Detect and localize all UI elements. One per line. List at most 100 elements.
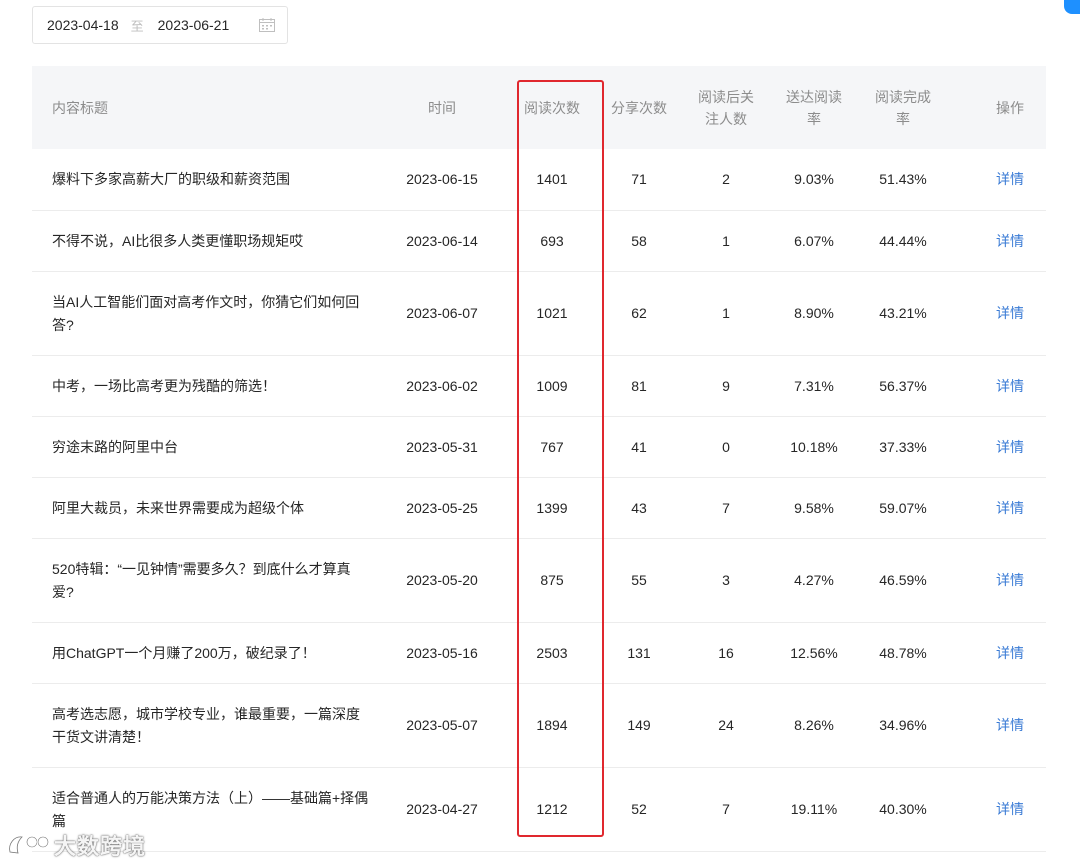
cell-title: 高考选志愿，城市学校专业，谁最重要，一篇深度干货文讲清楚！	[52, 705, 360, 745]
details-link[interactable]: 详情	[980, 149, 1040, 210]
header-time: 时间	[428, 99, 456, 116]
table-header: 内容标题 时间 阅读次数 分享次数 阅读后关注人数 送达阅读率 阅读完成率 操作	[32, 66, 1046, 149]
header-follows-line2: 注人数	[705, 110, 747, 127]
date-separator: 至	[130, 18, 144, 34]
cell-date: 2023-06-02	[406, 377, 478, 394]
cell-date: 2023-06-14	[406, 232, 478, 249]
cell-title: 520特辑：“一见钟情”需要多久？到底什么才算真爱?	[52, 560, 351, 600]
date-range-picker[interactable]: 2023-04-18 至 2023-06-21	[32, 6, 288, 44]
cell-follows: 1	[722, 232, 730, 249]
cell-follows: 24	[718, 717, 734, 733]
cell-reads: 1021	[536, 305, 568, 321]
cell-follows: 9	[722, 377, 730, 394]
table-body: 爆料下多家高薪大厂的职级和薪资范围 2023-06-15 1401 71 2 9.03% 5…	[32, 149, 1046, 852]
details-link[interactable]: 详情	[980, 623, 1040, 683]
cell-shares: 55	[631, 572, 647, 588]
cell-date: 2023-06-07	[406, 305, 478, 321]
table-row: 不得不说，AI比很多人类更懂职场规矩哎 2023-06-14 693 58 1 6.07%…	[32, 211, 1046, 272]
cell-delivery-rate: 7.31%	[794, 377, 834, 394]
cell-title: 爆料下多家高薪大厂的职级和薪资范围	[52, 171, 290, 187]
cell-shares: 149	[627, 717, 651, 733]
cell-delivery-rate: 12.56%	[790, 644, 838, 661]
watermark: 大数跨境	[6, 828, 146, 862]
header-delivery: 送达阅读率	[774, 66, 854, 149]
cell-completion-rate: 48.78%	[879, 644, 927, 661]
cell-follows: 2	[722, 171, 730, 187]
header-action: 操作	[996, 99, 1024, 116]
cell-completion-rate: 44.44%	[879, 232, 927, 249]
cell-reads: 1009	[536, 377, 568, 394]
cell-shares: 52	[631, 801, 647, 817]
details-link[interactable]: 详情	[980, 684, 1040, 767]
table-row: 爆料下多家高薪大厂的职级和薪资范围 2023-06-15 1401 71 2 9.03% 5…	[32, 149, 1046, 211]
cell-shares: 81	[631, 377, 647, 394]
cell-reads: 875	[540, 572, 564, 588]
brand-logo-icon	[9, 835, 50, 854]
table-row: 用ChatGPT一个月赚了200万，破纪录了！ 2023-05-16 2503 131…	[32, 623, 1046, 684]
header-follows-line1: 阅读后关	[698, 88, 754, 105]
cell-completion-rate: 34.96%	[879, 717, 927, 733]
table-row: 高考选志愿，城市学校专业，谁最重要，一篇深度干货文讲清楚！ 2023-05-07 1…	[32, 684, 1046, 768]
cell-shares: 131	[627, 644, 651, 661]
table-row: 阿里大裁员，未来世界需要成为超级个体 2023-05-25 1399 43 7 9.58%…	[32, 478, 1046, 539]
cell-title: 穷途末路的阿里中台	[52, 438, 178, 455]
cell-date: 2023-05-07	[406, 717, 478, 733]
cell-title: 不得不说，AI比很多人类更懂职场规矩哎	[52, 232, 304, 249]
details-link[interactable]: 详情	[980, 478, 1040, 538]
details-link[interactable]: 详情	[980, 272, 1040, 355]
cell-date: 2023-05-25	[406, 499, 478, 516]
cell-completion-rate: 59.07%	[879, 499, 927, 516]
cell-completion-rate: 46.59%	[879, 572, 927, 588]
cell-delivery-rate: 19.11%	[790, 801, 838, 817]
cell-completion-rate: 37.33%	[879, 438, 927, 455]
table-row: 当AI人工智能们面对高考作文时，你猜它们如何回答? 2023-06-07 1021 6…	[32, 272, 1046, 356]
header-delivery-line2: 率	[807, 110, 821, 127]
header-reads: 阅读次数	[524, 99, 580, 116]
cell-completion-rate: 51.43%	[879, 171, 927, 187]
details-link[interactable]: 详情	[980, 768, 1040, 851]
header-title: 内容标题	[52, 99, 108, 116]
header-delivery-line1: 送达阅读	[786, 88, 842, 105]
header-completion: 阅读完成率	[863, 66, 943, 149]
details-link[interactable]: 详情	[980, 539, 1040, 622]
cell-date: 2023-05-16	[406, 644, 478, 661]
cell-title: 阿里大裁员，未来世界需要成为超级个体	[52, 499, 304, 516]
cell-delivery-rate: 9.58%	[794, 499, 834, 516]
cell-reads: 767	[540, 438, 564, 455]
cell-date: 2023-05-31	[406, 438, 478, 455]
cell-reads: 1894	[536, 717, 568, 733]
header-shares: 分享次数	[611, 99, 667, 116]
cell-title: 中考，一场比高考更为残酷的筛选！	[52, 377, 276, 394]
details-link[interactable]: 详情	[980, 417, 1040, 477]
header-completion-line1: 阅读完成	[875, 88, 931, 105]
end-date[interactable]: 2023-06-21	[158, 17, 230, 33]
cell-completion-rate: 43.21%	[879, 305, 927, 321]
cell-shares: 58	[631, 232, 647, 249]
cell-title: 当AI人工智能们面对高考作文时，你猜它们如何回答?	[52, 293, 360, 333]
header-follows: 阅读后关 注人数	[686, 66, 766, 149]
cell-follows: 0	[722, 438, 730, 455]
cell-title: 用ChatGPT一个月赚了200万，破纪录了！	[52, 644, 316, 661]
corner-tab[interactable]	[1064, 0, 1080, 14]
cell-delivery-rate: 4.27%	[794, 572, 834, 588]
start-date[interactable]: 2023-04-18	[47, 17, 119, 33]
cell-follows: 1	[722, 305, 730, 321]
cell-delivery-rate: 6.07%	[794, 232, 834, 249]
cell-completion-rate: 40.30%	[879, 801, 927, 817]
cell-shares: 62	[631, 305, 647, 321]
cell-reads: 693	[540, 232, 564, 249]
details-link[interactable]: 详情	[980, 211, 1040, 271]
cell-follows: 16	[718, 644, 734, 661]
cell-date: 2023-06-15	[406, 171, 478, 187]
cell-delivery-rate: 8.90%	[794, 305, 834, 321]
cell-date: 2023-04-27	[406, 801, 478, 817]
cell-delivery-rate: 9.03%	[794, 171, 834, 187]
calendar-icon[interactable]	[259, 18, 275, 32]
watermark-text: 大数跨境	[54, 834, 147, 859]
details-link[interactable]: 详情	[980, 356, 1040, 416]
cell-shares: 41	[631, 438, 647, 455]
cell-delivery-rate: 10.18%	[790, 438, 838, 455]
table-row: 中考，一场比高考更为残酷的筛选！ 2023-06-02 1009 81 9 7.31% 56…	[32, 356, 1046, 417]
table-row: 穷途末路的阿里中台 2023-05-31 767 41 0 10.18% 37.33% 详情	[32, 417, 1046, 478]
cell-shares: 71	[631, 171, 647, 187]
